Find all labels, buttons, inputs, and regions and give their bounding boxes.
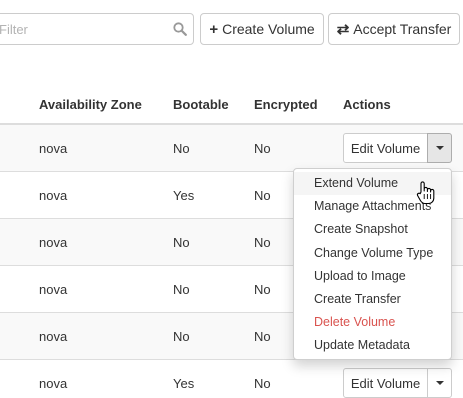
cell-availability-zone: nova <box>39 141 68 156</box>
cell-bootable: No <box>173 235 190 250</box>
cell-encrypted: No <box>254 188 271 203</box>
header-availability-zone[interactable]: Availability Zone <box>39 97 142 112</box>
menu-item-create-snapshot[interactable]: Create Snapshot <box>294 218 451 241</box>
menu-item-update-metadata[interactable]: Update Metadata <box>294 334 451 357</box>
cell-encrypted: No <box>254 376 271 391</box>
caret-down-icon <box>435 146 444 150</box>
cell-bootable: Yes <box>173 188 195 203</box>
magnifier-icon[interactable] <box>173 22 187 36</box>
table-row: nova Yes No Edit Volume <box>0 360 463 398</box>
table-toolbar: + Create Volume ⇄ Accept Transfer <box>0 12 463 48</box>
cell-encrypted: No <box>254 141 271 156</box>
header-bootable[interactable]: Bootable <box>173 97 229 112</box>
cell-availability-zone: nova <box>39 376 68 391</box>
filter-input[interactable] <box>0 14 159 44</box>
header-actions: Actions <box>343 97 391 112</box>
caret-down-icon <box>435 381 444 385</box>
edit-volume-button[interactable]: Edit Volume <box>343 368 428 398</box>
plus-icon: + <box>209 20 219 38</box>
cell-availability-zone: nova <box>39 329 68 344</box>
create-volume-label: Create Volume <box>222 21 315 37</box>
accept-transfer-button[interactable]: ⇄ Accept Transfer <box>328 13 460 45</box>
hand-pointer-icon <box>415 180 437 206</box>
actions-dropdown-toggle[interactable] <box>427 368 452 398</box>
menu-item-upload-to-image[interactable]: Upload to Image <box>294 265 451 288</box>
create-volume-button[interactable]: + Create Volume <box>200 13 324 45</box>
cell-bootable: No <box>173 282 190 297</box>
cell-encrypted: No <box>254 329 271 344</box>
table-header: Availability Zone Bootable Encrypted Act… <box>0 85 463 125</box>
filter-box <box>0 13 194 45</box>
cell-encrypted: No <box>254 235 271 250</box>
actions-dropdown-toggle[interactable] <box>427 133 452 163</box>
row-actions: Edit Volume <box>343 368 452 398</box>
edit-volume-button[interactable]: Edit Volume <box>343 133 428 163</box>
row-actions: Edit Volume <box>343 133 452 163</box>
cell-availability-zone: nova <box>39 282 68 297</box>
menu-item-delete-volume[interactable]: Delete Volume <box>294 311 451 334</box>
cell-bootable: No <box>173 141 190 156</box>
table-row: nova No No Edit Volume <box>0 125 463 172</box>
menu-item-create-transfer[interactable]: Create Transfer <box>294 288 451 311</box>
cell-bootable: Yes <box>173 376 195 391</box>
menu-item-change-volume-type[interactable]: Change Volume Type <box>294 242 451 265</box>
exchange-icon: ⇄ <box>336 21 350 38</box>
cell-bootable: No <box>173 329 190 344</box>
header-encrypted[interactable]: Encrypted <box>254 97 318 112</box>
cell-availability-zone: nova <box>39 235 68 250</box>
accept-transfer-label: Accept Transfer <box>353 21 452 37</box>
cell-availability-zone: nova <box>39 188 68 203</box>
cell-encrypted: No <box>254 282 271 297</box>
